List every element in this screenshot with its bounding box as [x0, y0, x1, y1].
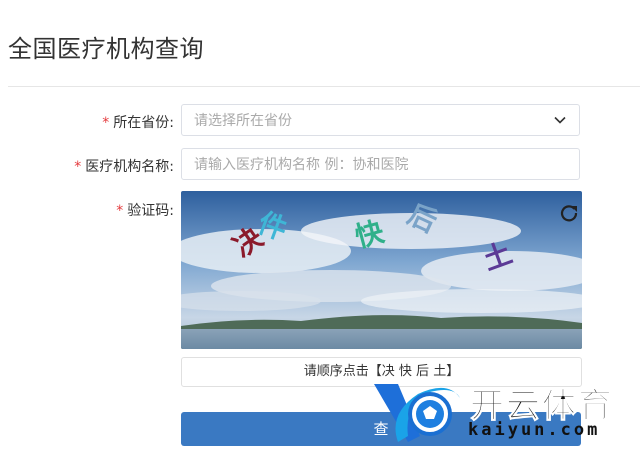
captcha-label: * 验证码:	[116, 203, 174, 219]
required-mark: *	[102, 115, 110, 131]
divider	[8, 86, 640, 87]
brand-logo-icon	[374, 384, 460, 442]
captcha-background	[181, 191, 582, 349]
required-mark: *	[116, 203, 124, 219]
province-placeholder: 请选择所在省份	[194, 113, 292, 129]
watermark-logo: 开云体育 kaiyun.com	[368, 376, 630, 450]
required-mark: *	[74, 159, 82, 175]
name-placeholder: 请输入医疗机构名称 例：协和医院	[194, 157, 409, 173]
chevron-down-icon	[554, 116, 566, 124]
watermark-url: kaiyun.com	[468, 420, 601, 440]
page-title: 全国医疗机构查询	[8, 35, 204, 63]
name-input[interactable]: 请输入医疗机构名称 例：协和医院	[181, 148, 580, 180]
province-label: * 所在省份:	[102, 115, 174, 131]
captcha-image[interactable]: 决 件 快 后 土	[181, 191, 582, 349]
name-label: * 医疗机构名称:	[74, 159, 174, 175]
refresh-icon[interactable]	[559, 203, 579, 223]
province-select[interactable]: 请选择所在省份	[181, 104, 580, 136]
